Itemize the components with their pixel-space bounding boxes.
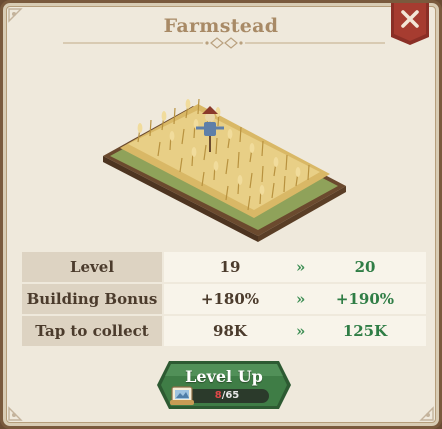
stat-row-building-bonus: Building Bonus +180% » +190% [22, 284, 426, 314]
corner-ornament [8, 406, 23, 421]
increase-arrow-icon: » [296, 290, 306, 308]
building-dialog: Farmstead Level 19 » 20 Building Bonus +… [0, 0, 442, 429]
stat-label: Level [22, 252, 162, 282]
stat-label: Tap to collect [22, 316, 162, 346]
stat-current-value: 98K [213, 322, 247, 340]
title-divider [63, 37, 385, 49]
stat-current-value: +180% [200, 290, 260, 308]
cost-have: 8 [214, 390, 222, 401]
stat-row-tap-to-collect: Tap to collect 98K » 125K [22, 316, 426, 346]
stat-row-level: Level 19 » 20 [22, 252, 426, 282]
dialog-title: Farmstead [163, 15, 279, 37]
stats-table: Level 19 » 20 Building Bonus +180% » +19… [22, 252, 426, 348]
blueprint-scroll-icon [170, 386, 194, 405]
increase-arrow-icon: » [296, 258, 306, 276]
stat-next-value: 125K [342, 322, 388, 340]
stat-current-value: 19 [219, 258, 241, 276]
stat-label: Building Bonus [22, 284, 162, 314]
corner-ornament [419, 406, 434, 421]
stat-next-value: 20 [354, 258, 376, 276]
farmstead-building-image [103, 98, 346, 242]
close-icon [391, 3, 429, 45]
stat-next-value: +190% [335, 290, 395, 308]
cost-need: 65 [225, 390, 240, 401]
increase-arrow-icon: » [296, 322, 306, 340]
level-up-button[interactable]: Level Up 8/65 [155, 359, 293, 411]
close-button[interactable] [389, 3, 431, 45]
upgrade-cost-counter: 8/65 [185, 389, 269, 403]
